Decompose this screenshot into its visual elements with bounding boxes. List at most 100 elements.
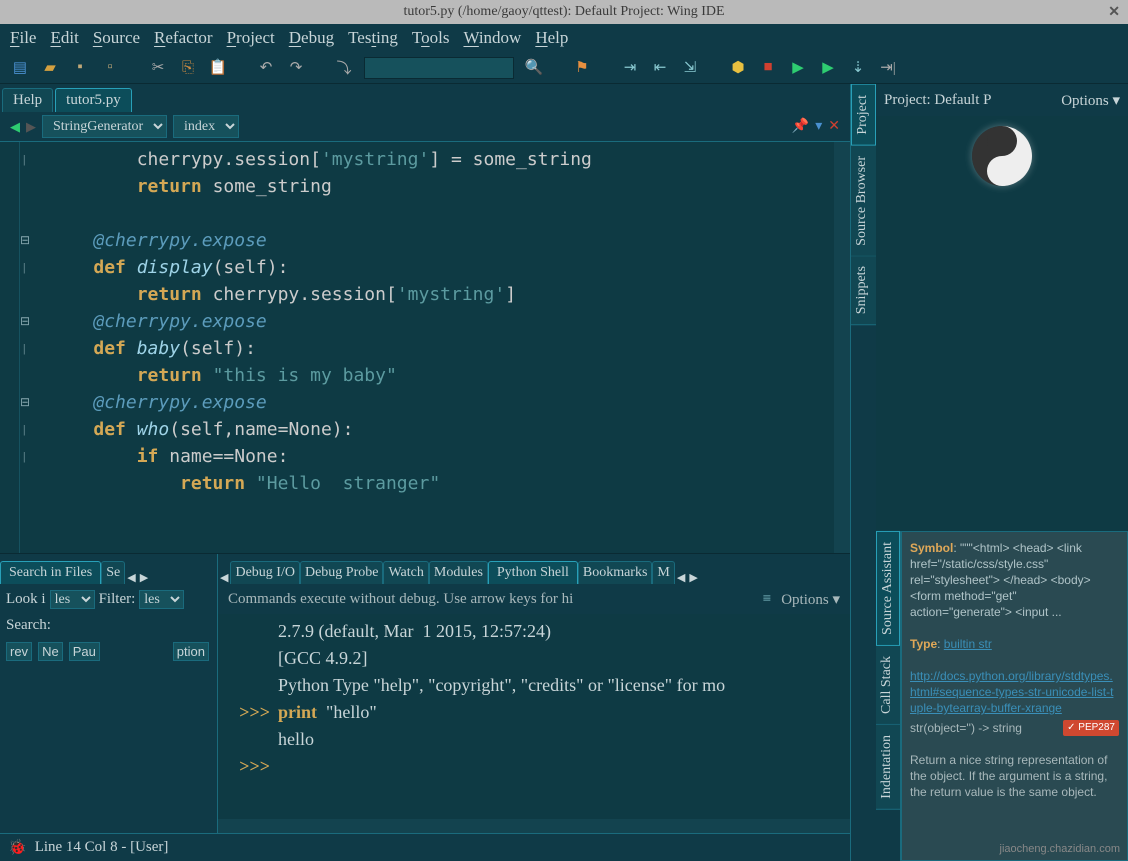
redo-icon[interactable]: ↷ [286,58,306,78]
search-label: Search: [6,617,51,634]
search-icon[interactable]: 🔍 [524,58,544,78]
cut-icon[interactable]: ✂ [148,58,168,78]
tabs-scroll-right-icon[interactable]: ▶ [138,571,150,584]
menu-edit[interactable]: Edit [50,28,78,48]
tab-python-shell[interactable]: Python Shell [488,561,578,584]
window-title: tutor5.py (/home/gaoy/qttest): Default P… [403,4,724,20]
next-button[interactable]: Ne [38,642,63,661]
yinyang-icon [972,126,1032,186]
menu-debug[interactable]: Debug [289,28,334,48]
shell-scrollbar-h[interactable] [218,819,850,833]
editor-nav: ◀ ▶ StringGenerator index 📌 ▾ ✕ [0,112,850,142]
file-tab-help[interactable]: Help [2,88,53,112]
vtab-source-browser[interactable]: Source Browser [851,146,876,257]
menu-tools[interactable]: Tools [412,28,450,48]
symbol-key: Symbol [910,541,953,555]
filter-select[interactable]: les [139,590,184,609]
status-bar: 🐞 Line 14 Col 8 - [User] [0,833,850,861]
type-link[interactable]: builtin str [944,637,992,651]
nav-back-icon[interactable]: ◀ [10,119,20,135]
paste-icon[interactable]: 📋 [208,58,228,78]
docs-link[interactable]: http://docs.python.org/library/stdtypes.… [910,669,1113,715]
right-sidebar: Project Source Browser Snippets Project:… [850,84,1128,861]
symbol-selector[interactable]: StringGenerator [42,115,167,138]
title-bar: tutor5.py (/home/gaoy/qttest): Default P… [0,0,1128,24]
save-all-icon[interactable]: ▫ [100,58,120,78]
tab-debug-io[interactable]: Debug I/O [230,561,300,584]
menu-file[interactable]: File [10,28,36,48]
shell-menu-icon[interactable]: ≡ [763,591,771,608]
watermark: jiaocheng.chazidian.com [1000,843,1120,855]
tab-search-in-files[interactable]: Search in Files [0,561,101,584]
shell-tabs-scroll-right-icon[interactable]: ▶ [687,571,699,584]
run-icon[interactable]: ▶ [818,58,838,78]
undo-icon[interactable]: ↶ [256,58,276,78]
menu-testing[interactable]: Testing [348,28,398,48]
continue-icon[interactable]: ⇥| [878,58,898,78]
stop-icon[interactable]: ■ [758,58,778,78]
project-options[interactable]: Options ▾ [1061,91,1120,110]
cursor-position: Line 14 Col 8 - [User] [35,839,169,856]
goto-icon[interactable]: ⤵ [334,58,354,78]
step-out-icon[interactable]: ⇲ [680,58,700,78]
save-icon[interactable]: ▪ [70,58,90,78]
pause-icon[interactable]: ⇣ [848,58,868,78]
tab-m-partial[interactable]: M [652,561,674,584]
python-icon[interactable]: ⬢ [728,58,748,78]
editor-scrollbar[interactable] [834,142,850,553]
pep-badge: ✓ PEP287 [1063,720,1119,736]
search-input[interactable] [364,57,514,79]
shell-tabs-scroll-left2-icon[interactable]: ◀ [675,571,687,584]
menu-project[interactable]: Project [227,28,275,48]
step-into-icon[interactable]: ⇤ [650,58,670,78]
menu-help[interactable]: Help [535,28,568,48]
run-file-icon[interactable]: ▶ [788,58,808,78]
tab-watch[interactable]: Watch [383,561,428,584]
open-icon[interactable]: ▰ [40,58,60,78]
step-over-icon[interactable]: ⇥ [620,58,640,78]
project-title: Project: Default P [884,92,991,109]
options-button[interactable]: ption [173,642,209,661]
prev-button[interactable]: rev [6,642,32,661]
editor-gutter [0,142,20,553]
shell-options[interactable]: Options ▾ [781,590,840,609]
shell-body[interactable]: 2.7.9 (default, Mar 1 2015, 12:57:24) [G… [218,614,850,833]
bug-icon[interactable]: 🐞 [8,838,27,857]
vtab-call-stack[interactable]: Call Stack [876,646,900,725]
breakpoint-icon[interactable]: ⚑ [572,58,592,78]
vtab-indentation[interactable]: Indentation [876,725,900,810]
new-file-icon[interactable]: ▤ [10,58,30,78]
member-selector[interactable]: index [173,115,239,138]
type-key: Type [910,637,937,651]
tab-debug-probe[interactable]: Debug Probe [300,561,384,584]
shell-tabs-scroll-left-icon[interactable]: ◀ [218,571,230,584]
main-toolbar: ▤ ▰ ▪ ▫ ✂ ⎘ 📋 ↶ ↷ ⤵ 🔍 ⚑ ⇥ ⇤ ⇲ ⬢ ■ ▶ ▶ ⇣ … [0,52,1128,84]
vtab-snippets[interactable]: Snippets [851,256,876,325]
project-body [876,116,1128,531]
tab-modules[interactable]: Modules [429,561,488,584]
doc-text: Return a nice string representation of t… [910,752,1119,800]
shell-hint: Commands execute without debug. Use arro… [228,591,753,608]
pin-icon[interactable]: 📌 [792,118,809,135]
copy-icon[interactable]: ⎘ [178,58,198,78]
tab-search-partial[interactable]: Se [101,561,125,584]
code-editor[interactable]: | ⊟ | ⊟ | ⊟ | | cherrypy.session['mystri… [0,142,850,553]
menu-refactor[interactable]: Refactor [154,28,213,48]
dropdown-icon[interactable]: ▾ [815,118,822,135]
close-icon[interactable]: ✕ [1108,4,1120,21]
nav-fwd-icon[interactable]: ▶ [26,119,36,135]
tab-bookmarks[interactable]: Bookmarks [578,561,653,584]
assist-panel: Symbol: """<html> <head> <link href="/st… [901,531,1128,861]
look-in-select[interactable]: les [50,590,95,609]
vtab-project[interactable]: Project [851,84,876,146]
menu-bar: File Edit Source Refactor Project Debug … [0,24,1128,52]
menu-source[interactable]: Source [93,28,140,48]
signature: str(object='') -> string [910,721,1022,735]
close-editor-icon[interactable]: ✕ [828,118,840,135]
menu-window[interactable]: Window [463,28,521,48]
pause-button[interactable]: Pau [69,642,100,661]
vtab-source-assistant[interactable]: Source Assistant [876,531,900,646]
tabs-scroll-left-icon[interactable]: ◀ [125,571,137,584]
file-tab-tutor5[interactable]: tutor5.py [55,88,132,112]
look-in-label: Look i [6,591,46,608]
